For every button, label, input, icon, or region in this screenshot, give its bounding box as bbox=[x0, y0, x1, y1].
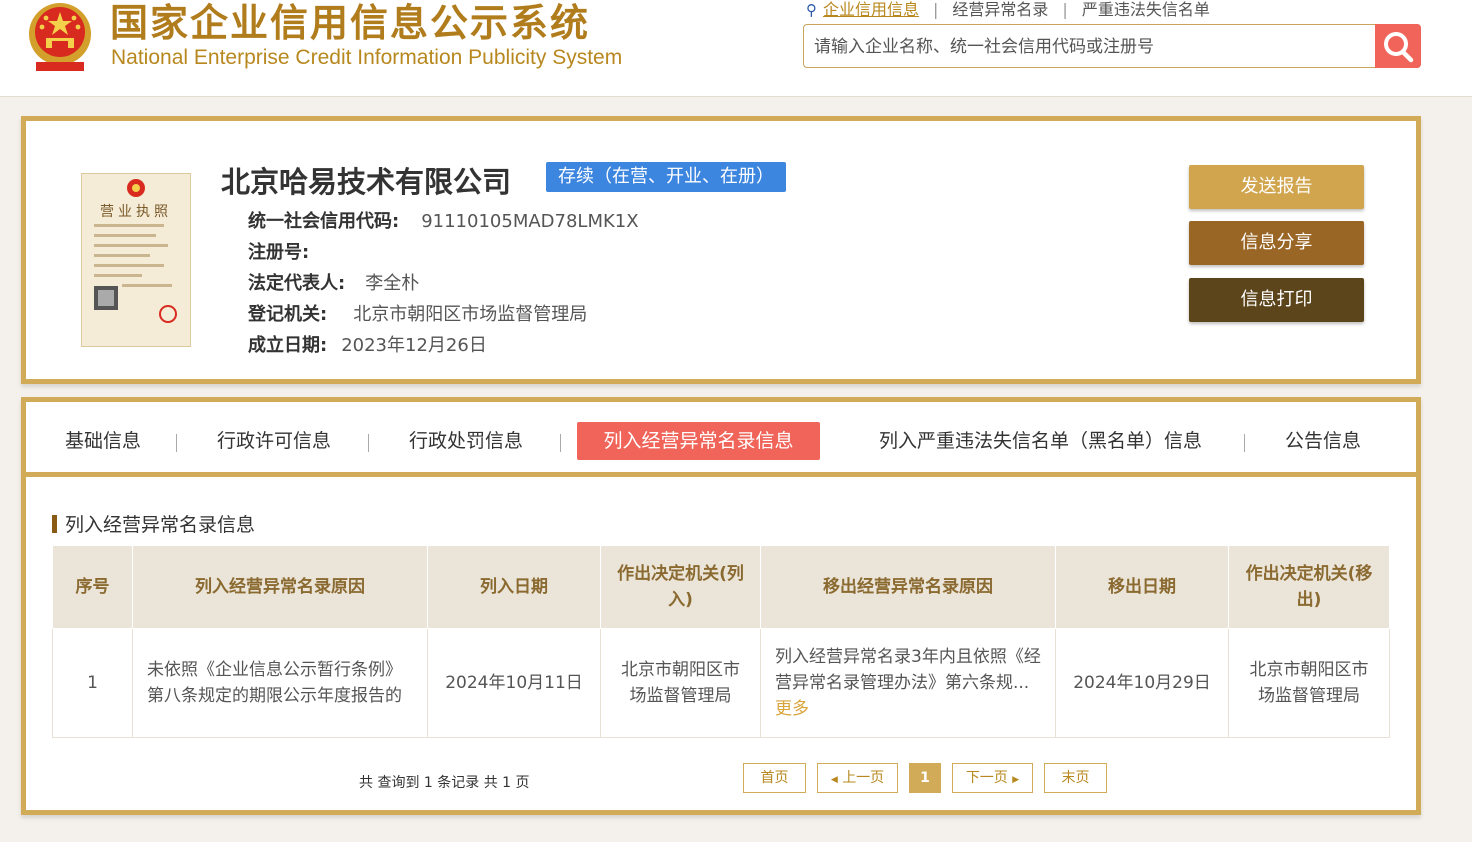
column-header: 作出决定机关(列入) bbox=[600, 545, 761, 629]
top-link-abnormal-list[interactable]: 经营异常名录 bbox=[952, 0, 1048, 19]
search-icon bbox=[1384, 32, 1414, 63]
detail-card: 基础信息 行政许可信息 行政处罚信息 列入经营异常名录信息 列入严重违法失信名单… bbox=[21, 397, 1421, 815]
divider: | bbox=[1062, 0, 1068, 19]
info-value: 2023年12月26日 bbox=[341, 335, 487, 356]
site-title-cn: 国家企业信用信息公示系统 bbox=[110, 1, 591, 45]
site-header: 国家企业信用信息公示系统 National Enterprise Credit … bbox=[0, 0, 1472, 97]
info-row-legal-rep: 法定代表人: 李全朴 bbox=[248, 269, 419, 295]
site-title-en: National Enterprise Credit Information P… bbox=[111, 46, 623, 69]
tab-divider bbox=[176, 434, 177, 452]
info-value: 91110105MAD78LMK1X bbox=[421, 211, 639, 232]
info-row-established: 成立日期: 2023年12月26日 bbox=[248, 331, 487, 357]
column-header: 移出日期 bbox=[1055, 545, 1229, 629]
chevron-right-icon: ▶ bbox=[1012, 775, 1020, 785]
column-header: 作出决定机关(移出) bbox=[1228, 545, 1390, 629]
section-marker bbox=[52, 515, 57, 533]
cell-authority-out: 北京市朝阳区市场监督管理局 bbox=[1228, 628, 1390, 738]
info-row-reg-authority: 登记机关: 北京市朝阳区市场监督管理局 bbox=[248, 300, 587, 326]
reason-out-text: 列入经营异常名录3年内且依照《经营异常名录管理办法》第六条规... bbox=[775, 647, 1041, 693]
tab-abnormal-list[interactable]: 列入经营异常名录信息 bbox=[577, 422, 820, 460]
search-button[interactable] bbox=[1375, 24, 1421, 68]
prev-page-button[interactable]: ◀ 上一页 bbox=[817, 763, 898, 793]
info-label: 登记机关: bbox=[248, 304, 328, 325]
search-box bbox=[803, 24, 1421, 68]
cell-date-in: 2024年10月11日 bbox=[427, 628, 601, 738]
top-link-blacklist[interactable]: 严重违法失信名单 bbox=[1082, 0, 1210, 19]
info-label: 法定代表人: bbox=[248, 273, 346, 294]
info-value: 李全朴 bbox=[365, 273, 420, 294]
divider: | bbox=[933, 0, 939, 19]
first-page-button[interactable]: 首页 bbox=[743, 763, 806, 793]
tab-divider bbox=[1244, 434, 1245, 452]
company-name: 北京哈易技术有限公司 bbox=[221, 165, 512, 199]
next-page-button[interactable]: 下一页 ▶ bbox=[952, 763, 1033, 793]
company-card: 营业执照 北京哈易技术有限公司 存续（在营、开业、在册） 统一社会信用代码: 91… bbox=[21, 116, 1421, 384]
search-icon: ⚲ bbox=[806, 1, 817, 19]
info-value: 北京市朝阳区市场监督管理局 bbox=[353, 304, 588, 325]
chevron-left-icon: ◀ bbox=[830, 775, 838, 785]
cell-reason-in: 未依照《企业信息公示暂行条例》第八条规定的期限公示年度报告的 bbox=[132, 628, 428, 738]
info-label: 统一社会信用代码: bbox=[248, 211, 400, 232]
prev-page-label: 上一页 bbox=[842, 770, 885, 786]
info-label: 注册号: bbox=[248, 242, 310, 263]
next-page-label: 下一页 bbox=[965, 770, 1008, 786]
tab-announcements[interactable]: 公告信息 bbox=[1282, 422, 1364, 460]
cell-authority-in: 北京市朝阳区市场监督管理局 bbox=[600, 628, 761, 738]
cell-index: 1 bbox=[52, 628, 133, 738]
column-header: 移出经营异常名录原因 bbox=[760, 545, 1056, 629]
pagination-summary: 共 查询到 1 条记录 共 1 页 bbox=[359, 775, 530, 791]
tab-bar: 基础信息 行政许可信息 行政处罚信息 列入经营异常名录信息 列入严重违法失信名单… bbox=[26, 402, 1416, 477]
send-report-button[interactable]: 发送报告 bbox=[1189, 165, 1364, 209]
tab-admin-license[interactable]: 行政许可信息 bbox=[212, 422, 336, 460]
share-info-button[interactable]: 信息分享 bbox=[1189, 221, 1364, 265]
national-emblem-icon bbox=[29, 3, 91, 71]
top-links: ⚲ 企业信用信息 | 经营异常名录 | 严重违法失信名单 bbox=[806, 0, 1210, 20]
section-title: 列入经营异常名录信息 bbox=[52, 510, 255, 537]
cell-date-out: 2024年10月29日 bbox=[1055, 628, 1229, 738]
info-row-reg-number: 注册号: bbox=[248, 238, 323, 264]
table-header-row: 序号 列入经营异常名录原因 列入日期 作出决定机关(列入) 移出经营异常名录原因… bbox=[52, 545, 1390, 629]
last-page-button[interactable]: 末页 bbox=[1044, 763, 1107, 793]
status-badge: 存续（在营、开业、在册） bbox=[546, 162, 786, 192]
search-input[interactable] bbox=[812, 31, 1376, 63]
tab-admin-penalty[interactable]: 行政处罚信息 bbox=[404, 422, 528, 460]
info-label: 成立日期: bbox=[248, 335, 328, 356]
cell-reason-out: 列入经营异常名录3年内且依照《经营异常名录管理办法》第六条规... 更多 bbox=[760, 628, 1056, 738]
table-row: 1 未依照《企业信息公示暂行条例》第八条规定的期限公示年度报告的 2024年10… bbox=[52, 628, 1390, 738]
tab-divider bbox=[560, 434, 561, 452]
license-title: 营业执照 bbox=[100, 204, 172, 220]
info-row-credit-code: 统一社会信用代码: 91110105MAD78LMK1X bbox=[248, 207, 639, 233]
page-number-current[interactable]: 1 bbox=[909, 763, 941, 793]
business-license-image: 营业执照 bbox=[81, 173, 191, 347]
tab-divider bbox=[368, 434, 369, 452]
column-header: 列入经营异常名录原因 bbox=[132, 545, 428, 629]
abnormal-list-table: 序号 列入经营异常名录原因 列入日期 作出决定机关(列入) 移出经营异常名录原因… bbox=[52, 545, 1390, 738]
tab-basic-info[interactable]: 基础信息 bbox=[54, 422, 152, 460]
tab-blacklist[interactable]: 列入严重违法失信名单（黑名单）信息 bbox=[868, 422, 1213, 460]
print-info-button[interactable]: 信息打印 bbox=[1189, 278, 1364, 322]
column-header: 序号 bbox=[52, 545, 133, 629]
section-title-text: 列入经营异常名录信息 bbox=[65, 514, 256, 536]
license-emblem-icon bbox=[94, 179, 177, 323]
top-link-credit-info[interactable]: 企业信用信息 bbox=[823, 0, 919, 19]
column-header: 列入日期 bbox=[427, 545, 601, 629]
more-link[interactable]: 更多 bbox=[775, 699, 809, 719]
